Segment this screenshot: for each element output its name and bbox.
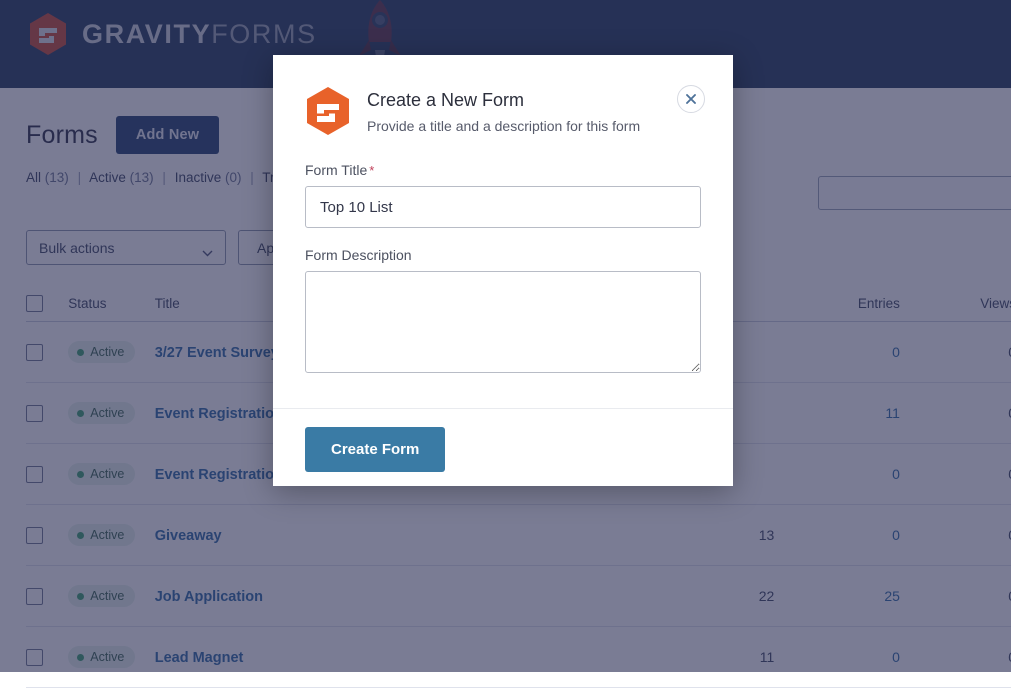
form-description-group: Form Description [305,247,701,373]
close-icon[interactable] [677,85,705,113]
form-title-label: Form Title * [305,162,701,178]
form-title-input[interactable] [305,186,701,228]
create-form-button[interactable]: Create Form [305,427,446,472]
required-marker: * [369,163,375,178]
form-title-group: Form Title * [305,162,701,228]
modal-subtitle: Provide a title and a description for th… [367,117,641,134]
form-title-label-text: Form Title [305,162,368,178]
modal-body: Form Title* Form Description [273,136,733,408]
create-form-modal: Create a New Form Provide a title and a … [273,55,733,486]
form-description-label: Form Description [305,247,412,263]
modal-title: Create a New Form [367,90,525,110]
modal-footer: Create Form [273,408,733,486]
form-description-textarea[interactable] [305,271,701,373]
gravity-forms-hex-icon [305,86,351,136]
modal-header-text: Create a New Form Provide a title and a … [367,85,640,135]
modal-header: Create a New Form Provide a title and a … [273,55,733,136]
